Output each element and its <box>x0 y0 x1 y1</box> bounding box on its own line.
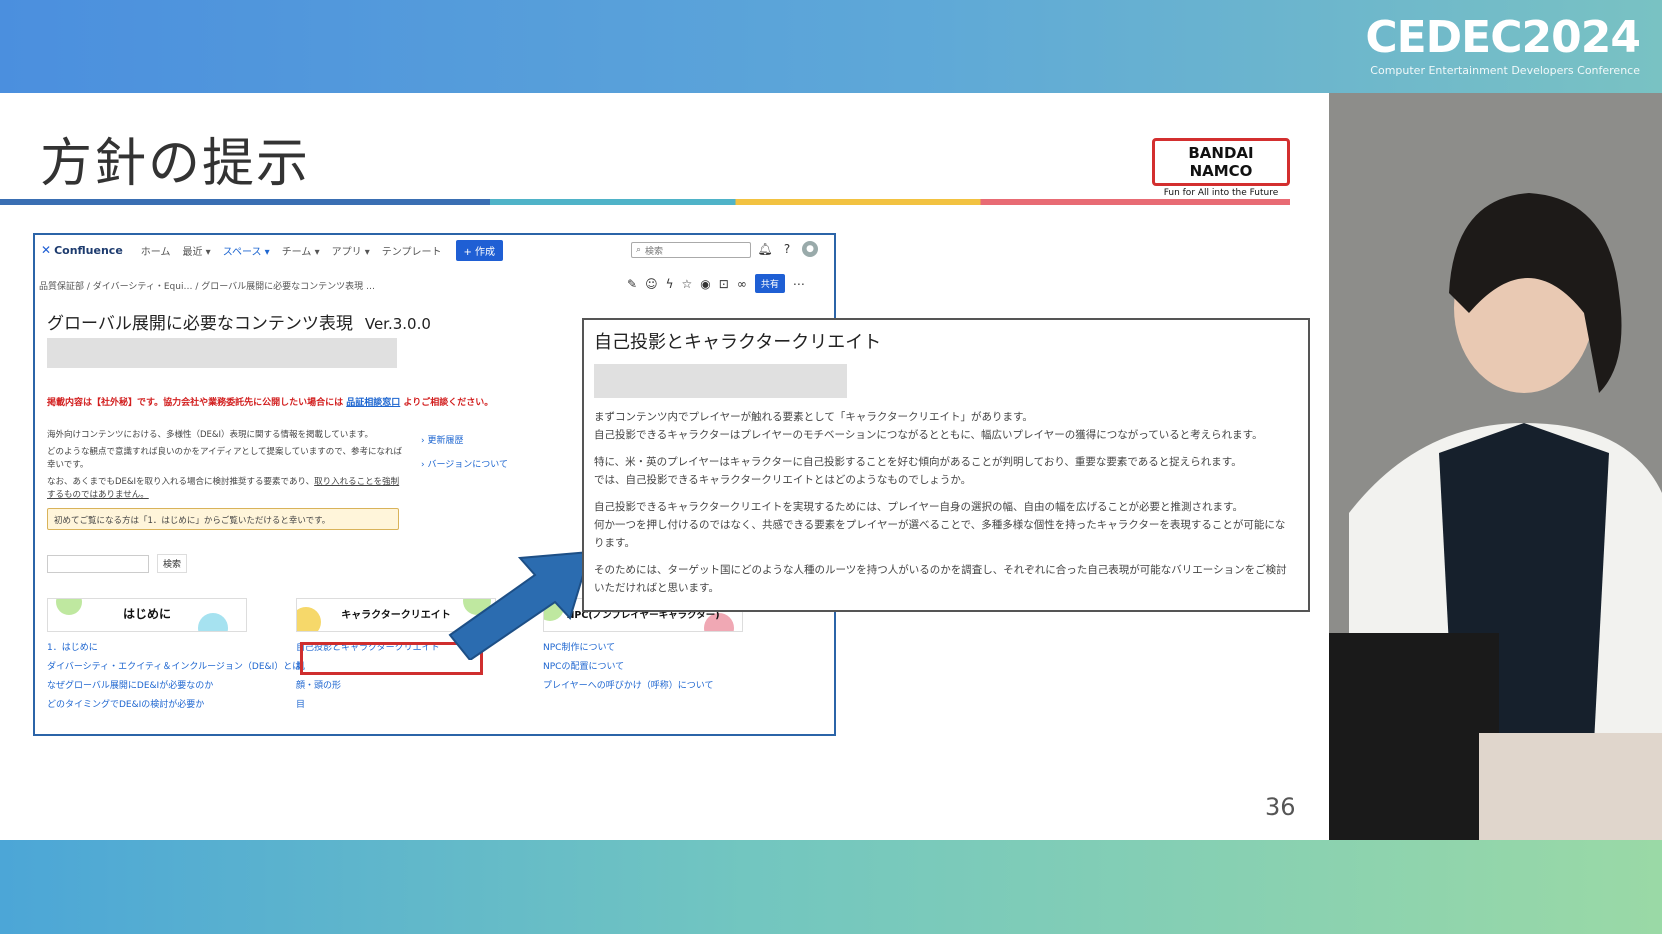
list-item[interactable]: プレイヤーへの呼びかけ（呼称）について <box>543 677 713 696</box>
star-icon[interactable]: ☆ <box>682 277 693 291</box>
detail-popup: 自己投影とキャラクタークリエイト まずコンテンツ内でプレイヤーが触れる要素として… <box>582 318 1310 612</box>
popup-line: では、自己投影できるキャラクタークリエイトとはどのようなものでしょうか。 <box>594 474 972 486</box>
popup-line: 自己投影できるキャラクタークリエイトを実現するためには、プレイヤー自身の選択の幅… <box>594 501 1244 513</box>
banner-label: はじめに <box>122 607 171 621</box>
list-item[interactable]: なぜグローバル展開にDE&Iが必要なのか <box>47 677 301 696</box>
list-item[interactable]: 目 <box>296 696 440 715</box>
list-item[interactable]: NPCの配置について <box>543 658 713 677</box>
comment-icon[interactable]: ☺ <box>645 277 658 291</box>
page-search: 検索 <box>47 554 188 573</box>
link-icon[interactable]: ∞ <box>737 277 747 291</box>
nav-spaces[interactable]: スペース ▾ <box>223 243 270 258</box>
page-title-text: グローバル展開に必要なコンテンツ表現 <box>47 314 353 334</box>
confluence-app-name: Confluence <box>54 243 123 257</box>
edit-icon[interactable]: ✎ <box>627 277 637 291</box>
nav-teams[interactable]: チーム ▾ <box>282 243 320 258</box>
nav-recent[interactable]: 最近 ▾ <box>182 243 210 258</box>
brand-name: BANDAI NAMCO <box>1152 138 1290 186</box>
create-button[interactable]: + 作成 <box>455 239 504 261</box>
watch-icon[interactable]: ◉ <box>700 277 710 291</box>
brand-tagline: Fun for All into the Future <box>1163 188 1279 198</box>
intro-paragraph: 海外向けコンテンツにおける、多様性（DE&I）表現に関する情報を掲載しています。 <box>47 430 373 440</box>
help-icon[interactable]: ? <box>779 241 795 257</box>
confluence-topbar: ✕ Confluence ホーム 最近 ▾ スペース ▾ チーム ▾ アプリ ▾… <box>35 235 834 265</box>
list-item[interactable]: どのタイミングでDE&Iの検討が必要か <box>47 696 301 715</box>
notice-tail: よりご相談ください。 <box>403 398 494 408</box>
slide-title: 方針の提示 <box>40 134 311 194</box>
links-column-intro: 1．はじめに ダイバーシティ・エクイティ＆インクルージョン（DE&I）とは なぜ… <box>47 639 301 715</box>
bandai-namco-logo: BANDAI NAMCO Fun for All into the Future <box>1152 138 1290 198</box>
popup-line: 何か一つを押し付けるのではなく、共感できる要素をプレイヤーが選べることで、多種多… <box>594 519 1286 549</box>
confluence-page-title: グローバル展開に必要なコンテンツ表現 Ver.3.0.0 <box>47 309 431 334</box>
popup-paragraph: そのためには、ターゲット国にどのような人種のルーツを持つ人がいるのかを調査し、そ… <box>594 561 1294 597</box>
more-icon[interactable]: ⋯ <box>793 277 805 291</box>
nav-templates[interactable]: テンプレート <box>382 243 442 258</box>
popup-line: 自己投影できるキャラクターはプレイヤーのモチベーションにつながるとともに、幅広い… <box>594 429 1263 441</box>
confluence-nav: ホーム 最近 ▾ スペース ▾ チーム ▾ アプリ ▾ テンプレート <box>141 243 442 258</box>
side-links: › 更新履歴 › バージョンについて <box>421 429 508 477</box>
avatar[interactable]: ● <box>802 241 818 257</box>
popup-paragraph: 特に、米・英のプレイヤーはキャラクターに自己投影することを好む傾向があることが判… <box>594 453 1294 489</box>
cedec-logo: CEDEC2024 Computer Entertainment Develop… <box>1365 12 1641 78</box>
decor-circle <box>56 599 82 615</box>
breadcrumb[interactable]: 品質保証部 / ダイバーシティ・Equi… / グローバル展開に必要なコンテンツ… <box>39 279 375 292</box>
popup-paragraph: まずコンテンツ内でプレイヤーが触れる要素として「キャラクタークリエイト」がありま… <box>594 408 1294 444</box>
banner-intro[interactable]: はじめに <box>47 598 247 632</box>
notice-link[interactable]: 品証相談窓口 <box>346 398 400 408</box>
search-placeholder: 検索 <box>645 246 664 257</box>
cedec-subtitle: Computer Entertainment Developers Confer… <box>1370 64 1640 77</box>
popup-line: まずコンテンツ内でプレイヤーが触れる要素として「キャラクタークリエイト」がありま… <box>594 411 1033 423</box>
confluence-icon: ✕ <box>41 243 52 257</box>
list-item[interactable]: 顔・頭の形 <box>296 677 440 696</box>
notice-text: 掲載内容は【社外秘】です。協力会社や業務委託先に公開したい場合には <box>47 398 344 408</box>
color-rule <box>0 199 1290 205</box>
page-search-input[interactable] <box>47 554 149 573</box>
page-actions: ✎ ☺ ϟ ☆ ◉ ⊡ ∞ 共有 ⋯ <box>627 274 805 293</box>
decor-circle <box>297 607 321 631</box>
list-item[interactable]: 1．はじめに <box>47 639 301 658</box>
intro-text-part: なお、あくまでもDE&Iを取り入れる場合に検討推奨する要素であり、 <box>47 477 315 487</box>
popup-line: そのためには、ターゲット国にどのような人種のルーツを持つ人がいるのかを調査し、そ… <box>594 564 1287 594</box>
page-version: Ver.3.0.0 <box>364 315 431 333</box>
cedec-wordmark: CEDEC2024 <box>1365 12 1641 63</box>
confidential-notice: 掲載内容は【社外秘】です。協力会社や業務委託先に公開したい場合には 品証相談窓口… <box>47 395 493 408</box>
presenter-video <box>1329 93 1662 840</box>
banner-label: キャラクタークリエイト <box>341 610 451 621</box>
link-update-history[interactable]: › 更新履歴 <box>421 429 508 453</box>
link-version-info[interactable]: › バージョンについて <box>421 453 508 477</box>
redacted-bar <box>594 364 847 398</box>
slide-page-number: 36 <box>1265 793 1296 821</box>
popup-line: 特に、米・英のプレイヤーはキャラクターに自己投影することを好む傾向があることが判… <box>594 456 1242 468</box>
decor-circle <box>198 613 228 631</box>
popup-title: 自己投影とキャラクタークリエイト <box>594 332 882 353</box>
popup-paragraph: 自己投影できるキャラクタークリエイトを実現するためには、プレイヤー自身の選択の幅… <box>594 498 1294 552</box>
share-button[interactable]: 共有 <box>754 274 785 293</box>
redacted-bar <box>47 338 397 368</box>
nav-home[interactable]: ホーム <box>141 243 171 258</box>
restrictions-icon[interactable]: ⊡ <box>719 277 729 291</box>
callout-arrow-icon <box>448 550 592 660</box>
nav-apps[interactable]: アプリ ▾ <box>332 243 370 258</box>
page-search-button[interactable]: 検索 <box>157 554 188 573</box>
list-item[interactable]: ダイバーシティ・エクイティ＆インクルージョン（DE&I）とは <box>47 658 301 677</box>
popup-body: まずコンテンツ内でプレイヤーが触れる要素として「キャラクタークリエイト」がありま… <box>594 408 1294 606</box>
search-icon: ⌕ <box>636 245 642 255</box>
confluence-logo[interactable]: ✕ Confluence <box>41 243 123 257</box>
automation-icon[interactable]: ϟ <box>666 277 674 291</box>
intro-paragraph: なお、あくまでもDE&Iを取り入れる場合に検討推奨する要素であり、取り入れること… <box>47 476 407 502</box>
bottom-banner <box>0 840 1662 934</box>
notification-icon[interactable]: 🔔︎ <box>757 241 773 257</box>
intro-text: 海外向けコンテンツにおける、多様性（DE&I）表現に関する情報を掲載しています。… <box>47 429 407 506</box>
presenter-illustration <box>1329 93 1662 840</box>
intro-paragraph: どのような観点で意識すれば良いのかをアイディアとして提案していますので、参考にな… <box>47 447 402 470</box>
search-input[interactable]: ⌕ 検索 <box>631 242 751 258</box>
info-note: 初めてご覧になる方は「1．はじめに」からご覧いただけると幸いです。 <box>47 508 399 530</box>
